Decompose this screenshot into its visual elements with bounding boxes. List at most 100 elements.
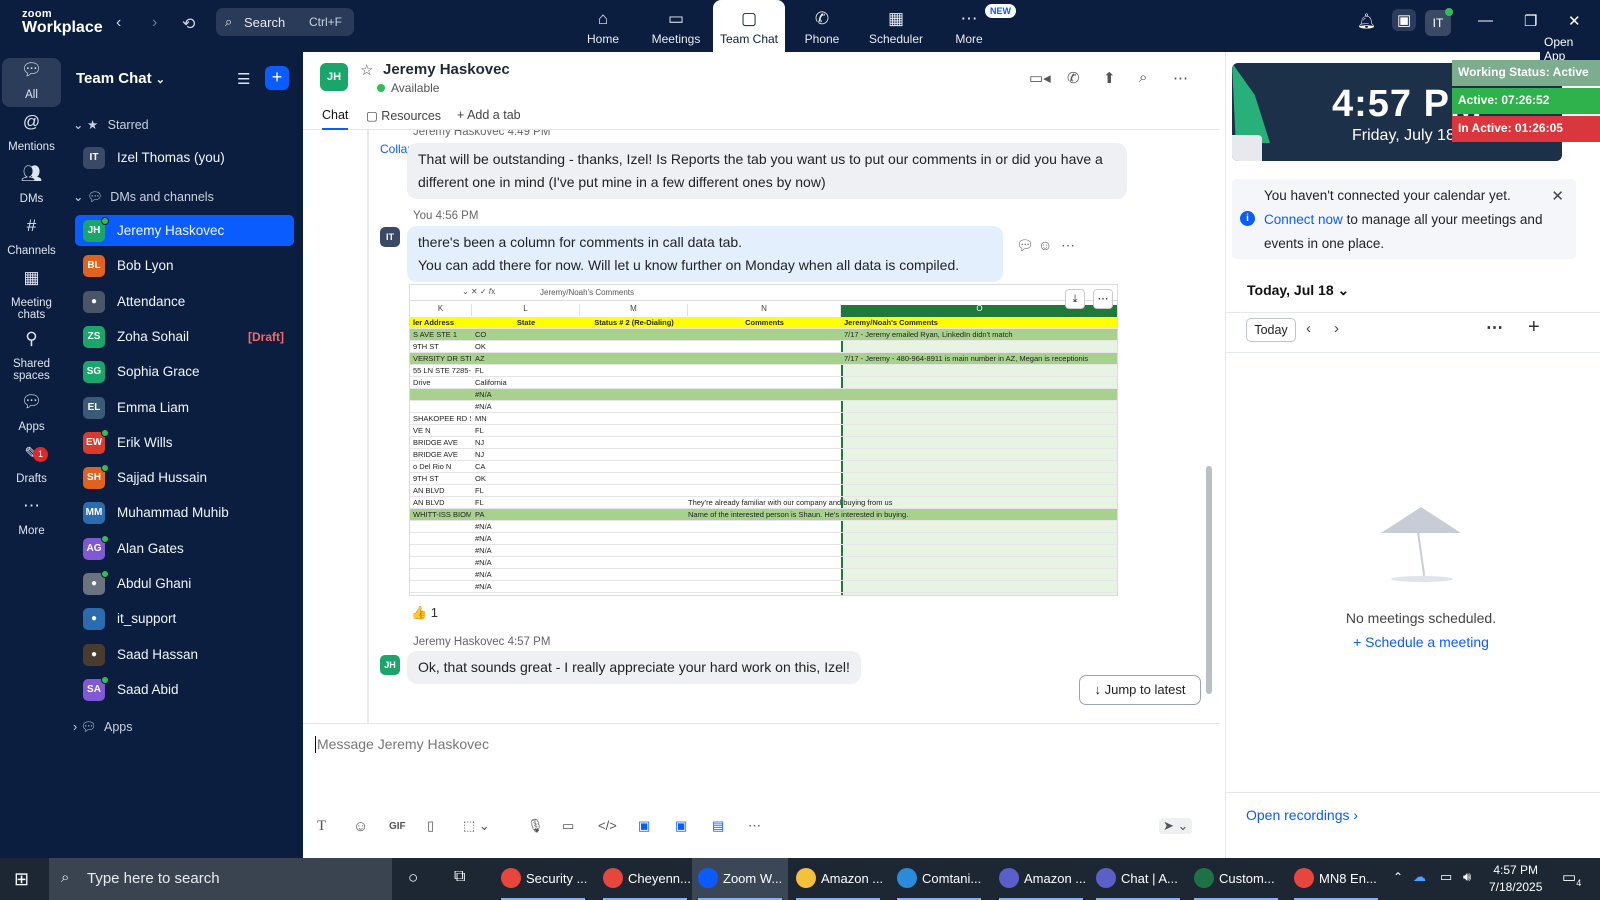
message-composer[interactable]: Message Jeremy Haskovec T ☺ GIF ▯ ⬚ ⌄ 🎙︎…	[303, 723, 1220, 858]
windows-start-icon[interactable]: ⊞	[14, 869, 29, 890]
calendar-more-icon[interactable]: ⋯	[1486, 318, 1503, 338]
taskbar-app[interactable]: Amazon ...	[790, 858, 886, 900]
rail-item-meeting-chats[interactable]: ▦ Meeting chats	[2, 266, 61, 327]
bell-icon[interactable]: 🔔︎	[1357, 12, 1376, 30]
code-snippet-icon[interactable]: </>	[598, 818, 617, 833]
taskbar-app[interactable]: Chat | A...	[1090, 858, 1186, 900]
contact-item[interactable]: EW Erik Wills	[75, 427, 294, 458]
tab-resources[interactable]: ▢ Resources	[366, 108, 441, 123]
schedule-meeting-link[interactable]: + Schedule a meeting	[1321, 634, 1521, 650]
zoom-app-icon[interactable]: ▣	[638, 818, 650, 834]
share-screen-icon[interactable]: ⬆︎	[1103, 69, 1116, 87]
message-input[interactable]: Message Jeremy Haskovec	[315, 736, 489, 753]
taskbar-app[interactable]: Cheyenn...	[597, 858, 693, 900]
tray-chevron-icon[interactable]: ⌃	[1393, 870, 1403, 884]
screenshot-icon[interactable]: ⬚ ⌄	[463, 818, 490, 834]
connect-now-link[interactable]: Connect now	[1264, 212, 1343, 227]
file-icon[interactable]: ▯	[427, 818, 434, 834]
star-icon[interactable]: ☆	[360, 61, 373, 79]
filter-icon[interactable]: ☰	[237, 70, 250, 88]
contact-item[interactable]: ● Attendance	[75, 286, 294, 317]
gift-icon[interactable]: ▣	[1392, 9, 1417, 31]
taskbar-app[interactable]: Amazon ...	[993, 858, 1089, 900]
video-message-icon[interactable]: ▭	[562, 818, 574, 834]
more-options-icon[interactable]: ⋯	[1173, 69, 1188, 87]
search-chat-icon[interactable]: ⌕	[1139, 69, 1147, 86]
rail-item-apps[interactable]: 💬︎ Apps	[2, 390, 61, 439]
tab-chat[interactable]: Chat	[322, 108, 349, 130]
contact-item[interactable]: ● Abdul Ghani	[75, 568, 294, 599]
tab-phone[interactable]: ✆ Phone	[786, 0, 858, 52]
today-button[interactable]: Today	[1246, 318, 1296, 342]
reaction-badge[interactable]: 👍 1	[411, 605, 438, 621]
contact-avatar[interactable]: JH	[320, 63, 348, 91]
rail-item-mentions[interactable]: @ Mentions	[2, 110, 61, 159]
notification-center-icon[interactable]: ▭4	[1562, 868, 1581, 888]
contact-item[interactable]: AG Alan Gates	[75, 533, 294, 564]
spreadsheet-image[interactable]: ⌄ ✕ ✓ 𝑓x Jeremy/Noah's Comments ⤓ ⋯ KLMN…	[409, 284, 1118, 596]
contact-item[interactable]: ● Saad Hassan	[75, 639, 294, 670]
tab-meetings[interactable]: ▭ Meetings	[640, 0, 712, 52]
phone-call-icon[interactable]: ✆	[1067, 69, 1080, 87]
apps-section[interactable]: › 💬︎ Apps	[73, 720, 132, 735]
taskbar-app[interactable]: Security ...	[495, 858, 591, 900]
rail-item-drafts[interactable]: ✎ Drafts	[2, 442, 61, 491]
whiteboard-icon[interactable]: ▣	[675, 818, 687, 834]
tab-scheduler[interactable]: ▦ Scheduler	[860, 0, 932, 52]
rail-item-shared-spaces[interactable]: ⚲ Shared spaces	[2, 327, 61, 388]
taskbar-clock[interactable]: 4:57 PM 7/18/2025	[1489, 862, 1542, 896]
back-arrow-icon[interactable]: ‹	[116, 14, 121, 32]
close-notice-icon[interactable]: ✕	[1551, 185, 1564, 209]
network-icon[interactable]: ▭	[1440, 869, 1452, 885]
composer-more-icon[interactable]: ⋯	[748, 818, 761, 834]
tab-team-chat[interactable]: ▢ Team Chat	[713, 0, 785, 52]
contact-item[interactable]: EL Emma Liam	[75, 392, 294, 423]
history-icon[interactable]: ⟲	[182, 14, 195, 34]
docs-icon[interactable]: ▤	[712, 818, 724, 834]
panel-title[interactable]: Team Chat ⌄	[76, 70, 165, 87]
rail-item-dms[interactable]: 👥︎ DMs	[2, 162, 61, 211]
cortana-icon[interactable]: ○	[408, 868, 418, 888]
contact-item[interactable]: ZS Zoha Sohail [Draft]	[75, 321, 294, 352]
minimize-icon[interactable]: —	[1478, 12, 1493, 29]
dms-section[interactable]: ⌄ 💬︎ DMs and channels	[73, 189, 214, 205]
contact-item[interactable]: JH Jeremy Haskovec	[75, 215, 294, 246]
format-text-icon[interactable]: T	[317, 818, 326, 835]
contact-name[interactable]: Jeremy Haskovec	[383, 61, 510, 78]
task-view-icon[interactable]: ⧉	[454, 868, 465, 886]
jump-to-latest-button[interactable]: ↓ Jump to latest	[1079, 675, 1201, 705]
contact-item[interactable]: BL Bob Lyon	[75, 250, 294, 281]
date-selector[interactable]: Today, Jul 18 ⌄	[1247, 282, 1349, 299]
taskbar-search[interactable]: ⌕ Type here to search	[49, 858, 392, 900]
contact-item[interactable]: MM Muhammad Muhib	[75, 497, 294, 528]
taskbar-app[interactable]: MN8 En...	[1288, 858, 1384, 900]
add-meeting-icon[interactable]: +	[1528, 316, 1540, 339]
tab-home[interactable]: ⌂ Home	[567, 0, 639, 52]
restore-icon[interactable]: ❐	[1524, 12, 1537, 30]
contact-item[interactable]: IT Izel Thomas (you)	[75, 142, 294, 173]
taskbar-app[interactable]: Custom...	[1188, 858, 1284, 900]
next-day-icon[interactable]: ›	[1334, 320, 1339, 337]
rail-item-channels[interactable]: # Channels	[2, 214, 61, 263]
rail-item-more[interactable]: ⋯ More	[2, 494, 61, 543]
send-icon[interactable]: ➤ ⌄	[1159, 818, 1193, 834]
rail-item-all[interactable]: 💬︎ All	[2, 58, 61, 107]
reply-icon[interactable]: 💬︎	[1016, 237, 1034, 254]
open-recordings-link[interactable]: Open recordings ›	[1246, 807, 1358, 823]
new-chat-button[interactable]: +	[265, 66, 289, 90]
gif-icon[interactable]: GIF	[389, 821, 406, 832]
contact-item[interactable]: SH Sajjad Hussain	[75, 462, 294, 493]
starred-section[interactable]: ⌄ ★ Starred	[73, 117, 149, 132]
contact-item[interactable]: SA Saad Abid	[75, 674, 294, 705]
search-box[interactable]: ⌕ Search Ctrl+F	[216, 8, 354, 36]
microphone-icon[interactable]: 🎙︎	[527, 818, 544, 834]
onedrive-icon[interactable]: ☁	[1413, 869, 1426, 885]
taskbar-app[interactable]: Comtani...	[891, 858, 987, 900]
message-scrollbar[interactable]	[1206, 466, 1212, 694]
close-icon[interactable]: ✕	[1568, 12, 1581, 30]
volume-icon[interactable]: 🔊︎	[1463, 869, 1471, 885]
emoji-icon[interactable]: ☺	[353, 818, 368, 835]
taskbar-app[interactable]: Zoom W...	[692, 858, 788, 900]
video-call-icon[interactable]: ▭◂	[1029, 69, 1051, 87]
message-more-icon[interactable]: ⋯	[1061, 237, 1075, 254]
